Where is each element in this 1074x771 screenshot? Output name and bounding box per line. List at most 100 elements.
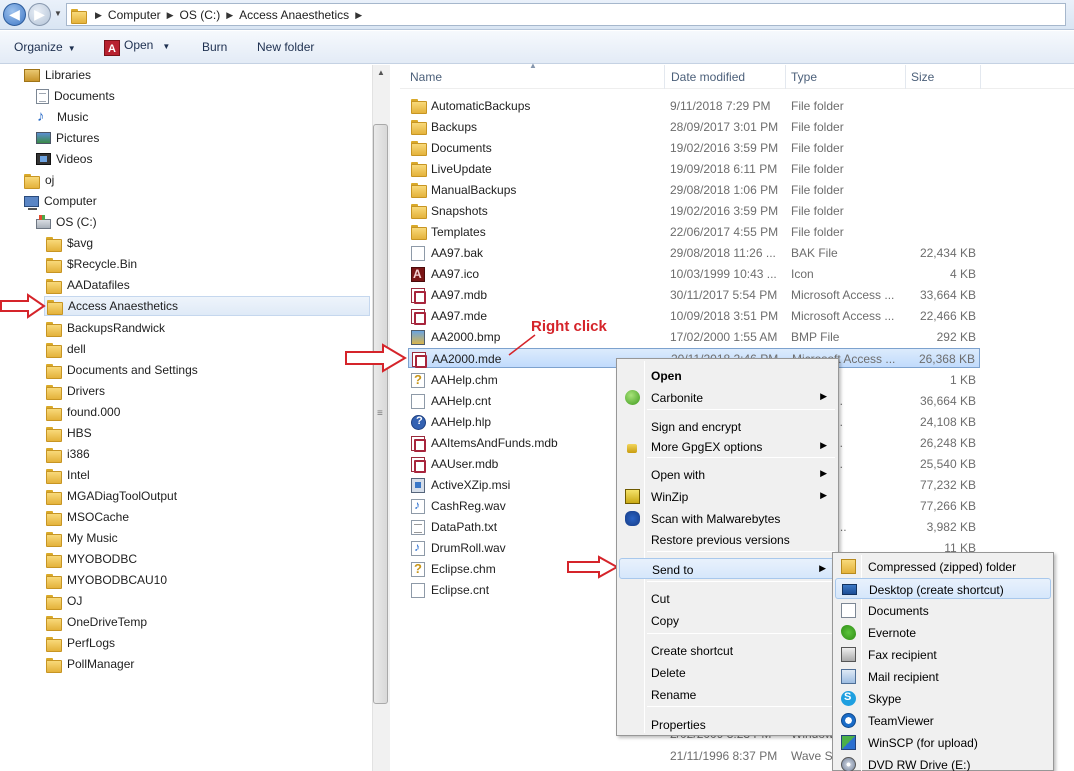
menu-item-cut[interactable]: Cut: [619, 588, 836, 609]
nav-item-os-c[interactable]: OS (C:): [36, 212, 97, 232]
back-button[interactable]: ◀: [3, 3, 26, 26]
nav-item-hbs[interactable]: HBS: [46, 423, 92, 443]
breadcrumb[interactable]: ▶ Computer ▶ OS (C:) ▶ Access Anaestheti…: [66, 3, 1066, 26]
file-row[interactable]: AA2000.bmp 17/02/2000 1:55 AM BMP File 292 …: [408, 327, 980, 347]
menu-item-sign-and-encrypt[interactable]: Sign and encrypt: [619, 416, 836, 437]
menu-item-label: Open: [651, 369, 682, 383]
nav-item-videos[interactable]: Videos: [36, 149, 92, 169]
breadcrumb-computer[interactable]: Computer: [108, 8, 161, 22]
send-to-item-dvd-rw-drive-e[interactable]: DVD RW Drive (E:): [835, 754, 1051, 771]
file-row[interactable]: Backups 28/09/2017 3:01 PM File folder: [408, 117, 980, 137]
nav-item-documents[interactable]: Documents: [36, 86, 115, 106]
menu-item-open-with[interactable]: Open with ▶: [619, 464, 836, 485]
nav-item-backupsrandwick[interactable]: BackupsRandwick: [46, 318, 165, 338]
scroll-up-icon[interactable]: ▲: [377, 68, 385, 77]
menu-item-carbonite[interactable]: Carbonite ▶: [619, 387, 836, 408]
send-to-item-mail-recipient[interactable]: Mail recipient: [835, 666, 1051, 687]
library-icon: [24, 68, 40, 82]
menu-item-delete[interactable]: Delete: [619, 662, 836, 683]
nav-item-pollmanager[interactable]: PollManager: [46, 654, 134, 674]
nav-item-oj[interactable]: oj: [24, 170, 54, 190]
nav-item-msocache[interactable]: MSOCache: [46, 507, 129, 527]
chevron-down-icon[interactable]: ▼: [162, 42, 170, 51]
folder-icon: [46, 321, 62, 337]
column-name-header[interactable]: Name: [410, 70, 442, 84]
menu-item-scan-with-malwarebytes[interactable]: Scan with Malwarebytes: [619, 508, 836, 529]
file-row[interactable]: AA97.mdb 30/11/2017 5:54 PM Microsoft Acce…: [408, 285, 980, 305]
recent-pages-dropdown[interactable]: ▼: [54, 9, 62, 18]
file-row[interactable]: ManualBackups 29/08/2018 1:06 PM File fold…: [408, 180, 980, 200]
column-type-header[interactable]: Type: [791, 70, 817, 84]
nav-item-intel[interactable]: Intel: [46, 465, 90, 485]
nav-item-dell[interactable]: dell: [46, 339, 86, 359]
nav-item-music[interactable]: Music: [36, 107, 88, 127]
column-size-header[interactable]: Size: [911, 70, 934, 84]
nav-item-myobodbc[interactable]: MYOBODBC: [46, 549, 137, 569]
file-row[interactable]: LiveUpdate 19/09/2018 6:11 PM File folder: [408, 159, 980, 179]
nav-item-i386[interactable]: i386: [46, 444, 90, 464]
burn-button[interactable]: Burn: [202, 40, 227, 54]
file-row[interactable]: AA97.ico 10/03/1999 10:43 ... Icon 4 KB: [408, 264, 980, 284]
menu-item-winzip[interactable]: WinZip ▶: [619, 486, 836, 507]
nav-item-oj[interactable]: OJ: [46, 591, 82, 611]
send-to-item-skype[interactable]: Skype: [835, 688, 1051, 709]
column-separator[interactable]: [664, 65, 665, 89]
organize-button[interactable]: Organize ▼: [14, 40, 76, 54]
column-separator[interactable]: [980, 65, 981, 89]
nav-item-libraries[interactable]: Libraries: [24, 65, 91, 85]
file-row[interactable]: Templates 22/06/2017 4:55 PM File folder: [408, 222, 980, 242]
menu-item-rename[interactable]: Rename: [619, 684, 836, 705]
nav-item-avg[interactable]: $avg: [46, 233, 93, 253]
nav-item-access-anaesthetics[interactable]: Access Anaesthetics: [44, 296, 370, 316]
column-separator[interactable]: [785, 65, 786, 89]
file-size: 77,266 KB: [919, 499, 976, 513]
file-row[interactable]: AA97.mde 10/09/2018 3:51 PM Microsoft Acce…: [408, 306, 980, 326]
send-to-item-documents[interactable]: Documents: [835, 600, 1051, 621]
nav-item-aadatafiles[interactable]: AADatafiles: [46, 275, 130, 295]
column-separator[interactable]: [905, 65, 906, 89]
nav-item-documents-and-settings[interactable]: Documents and Settings: [46, 360, 198, 380]
file-name: CashReg.wav: [431, 499, 506, 513]
nav-item-found-000[interactable]: found.000: [46, 402, 120, 422]
breadcrumb-separator-icon[interactable]: ▶: [226, 10, 233, 21]
breadcrumb-separator-icon[interactable]: ▶: [95, 10, 102, 21]
send-to-item-label: Skype: [868, 692, 902, 706]
menu-item-create-shortcut[interactable]: Create shortcut: [619, 640, 836, 661]
menu-item-copy[interactable]: Copy: [619, 610, 836, 631]
file-row[interactable]: Snapshots 19/02/2016 3:59 PM File folder: [408, 201, 980, 221]
file-row[interactable]: Documents 19/02/2016 3:59 PM File folder: [408, 138, 980, 158]
new-folder-button[interactable]: New folder: [257, 40, 314, 54]
menu-item-restore-previous-versions[interactable]: Restore previous versions: [619, 529, 836, 550]
send-to-item-winscp-for-upload[interactable]: WinSCP (for upload): [835, 732, 1051, 753]
nav-item-myobodbcau10[interactable]: MYOBODBCAU10: [46, 570, 167, 590]
forward-button[interactable]: ▶: [28, 3, 51, 26]
send-to-item-fax-recipient[interactable]: Fax recipient: [835, 644, 1051, 665]
nav-item-recycle-bin[interactable]: $Recycle.Bin: [46, 254, 137, 274]
menu-item-properties[interactable]: Properties: [619, 714, 836, 735]
column-date-header[interactable]: Date modified: [671, 70, 745, 84]
open-button[interactable]: A Open ▼: [104, 38, 170, 56]
breadcrumb-access-anaesthetics[interactable]: Access Anaesthetics: [239, 8, 349, 22]
send-to-item-teamviewer[interactable]: TeamViewer: [835, 710, 1051, 731]
send-to-item-compressed-zipped-folder[interactable]: Compressed (zipped) folder: [835, 556, 1051, 577]
menu-item-label: Properties: [651, 718, 706, 732]
menu-item-send-to[interactable]: Send to ▶: [619, 558, 836, 579]
nav-item-onedrivetemp[interactable]: OneDriveTemp: [46, 612, 147, 632]
send-to-item-desktop-create-shortcut[interactable]: Desktop (create shortcut): [835, 578, 1051, 599]
nav-item-my-music[interactable]: My Music: [46, 528, 118, 548]
file-size: 292 KB: [936, 330, 976, 344]
breadcrumb-os-c[interactable]: OS (C:): [180, 8, 221, 22]
breadcrumb-separator-icon[interactable]: ▶: [167, 10, 174, 21]
nav-item-mgadiagtooloutput[interactable]: MGADiagToolOutput: [46, 486, 177, 506]
file-row[interactable]: AutomaticBackups 9/11/2018 7:29 PM File fo…: [408, 96, 980, 116]
menu-item-more-gpgex-options[interactable]: More GpgEX options ▶: [619, 436, 836, 457]
file-row[interactable]: AA97.bak 29/08/2018 11:26 ... BAK File 22,4…: [408, 243, 980, 263]
nav-item-drivers[interactable]: Drivers: [46, 381, 105, 401]
breadcrumb-separator-icon[interactable]: ▶: [355, 10, 362, 21]
menu-item-open[interactable]: Open: [619, 365, 836, 386]
nav-item-pictures[interactable]: Pictures: [36, 128, 99, 148]
nav-item-computer[interactable]: Computer: [24, 191, 97, 211]
send-to-item-evernote[interactable]: Evernote: [835, 622, 1051, 643]
nav-item-perflogs[interactable]: PerfLogs: [46, 633, 115, 653]
carbonite-icon: [625, 390, 640, 405]
